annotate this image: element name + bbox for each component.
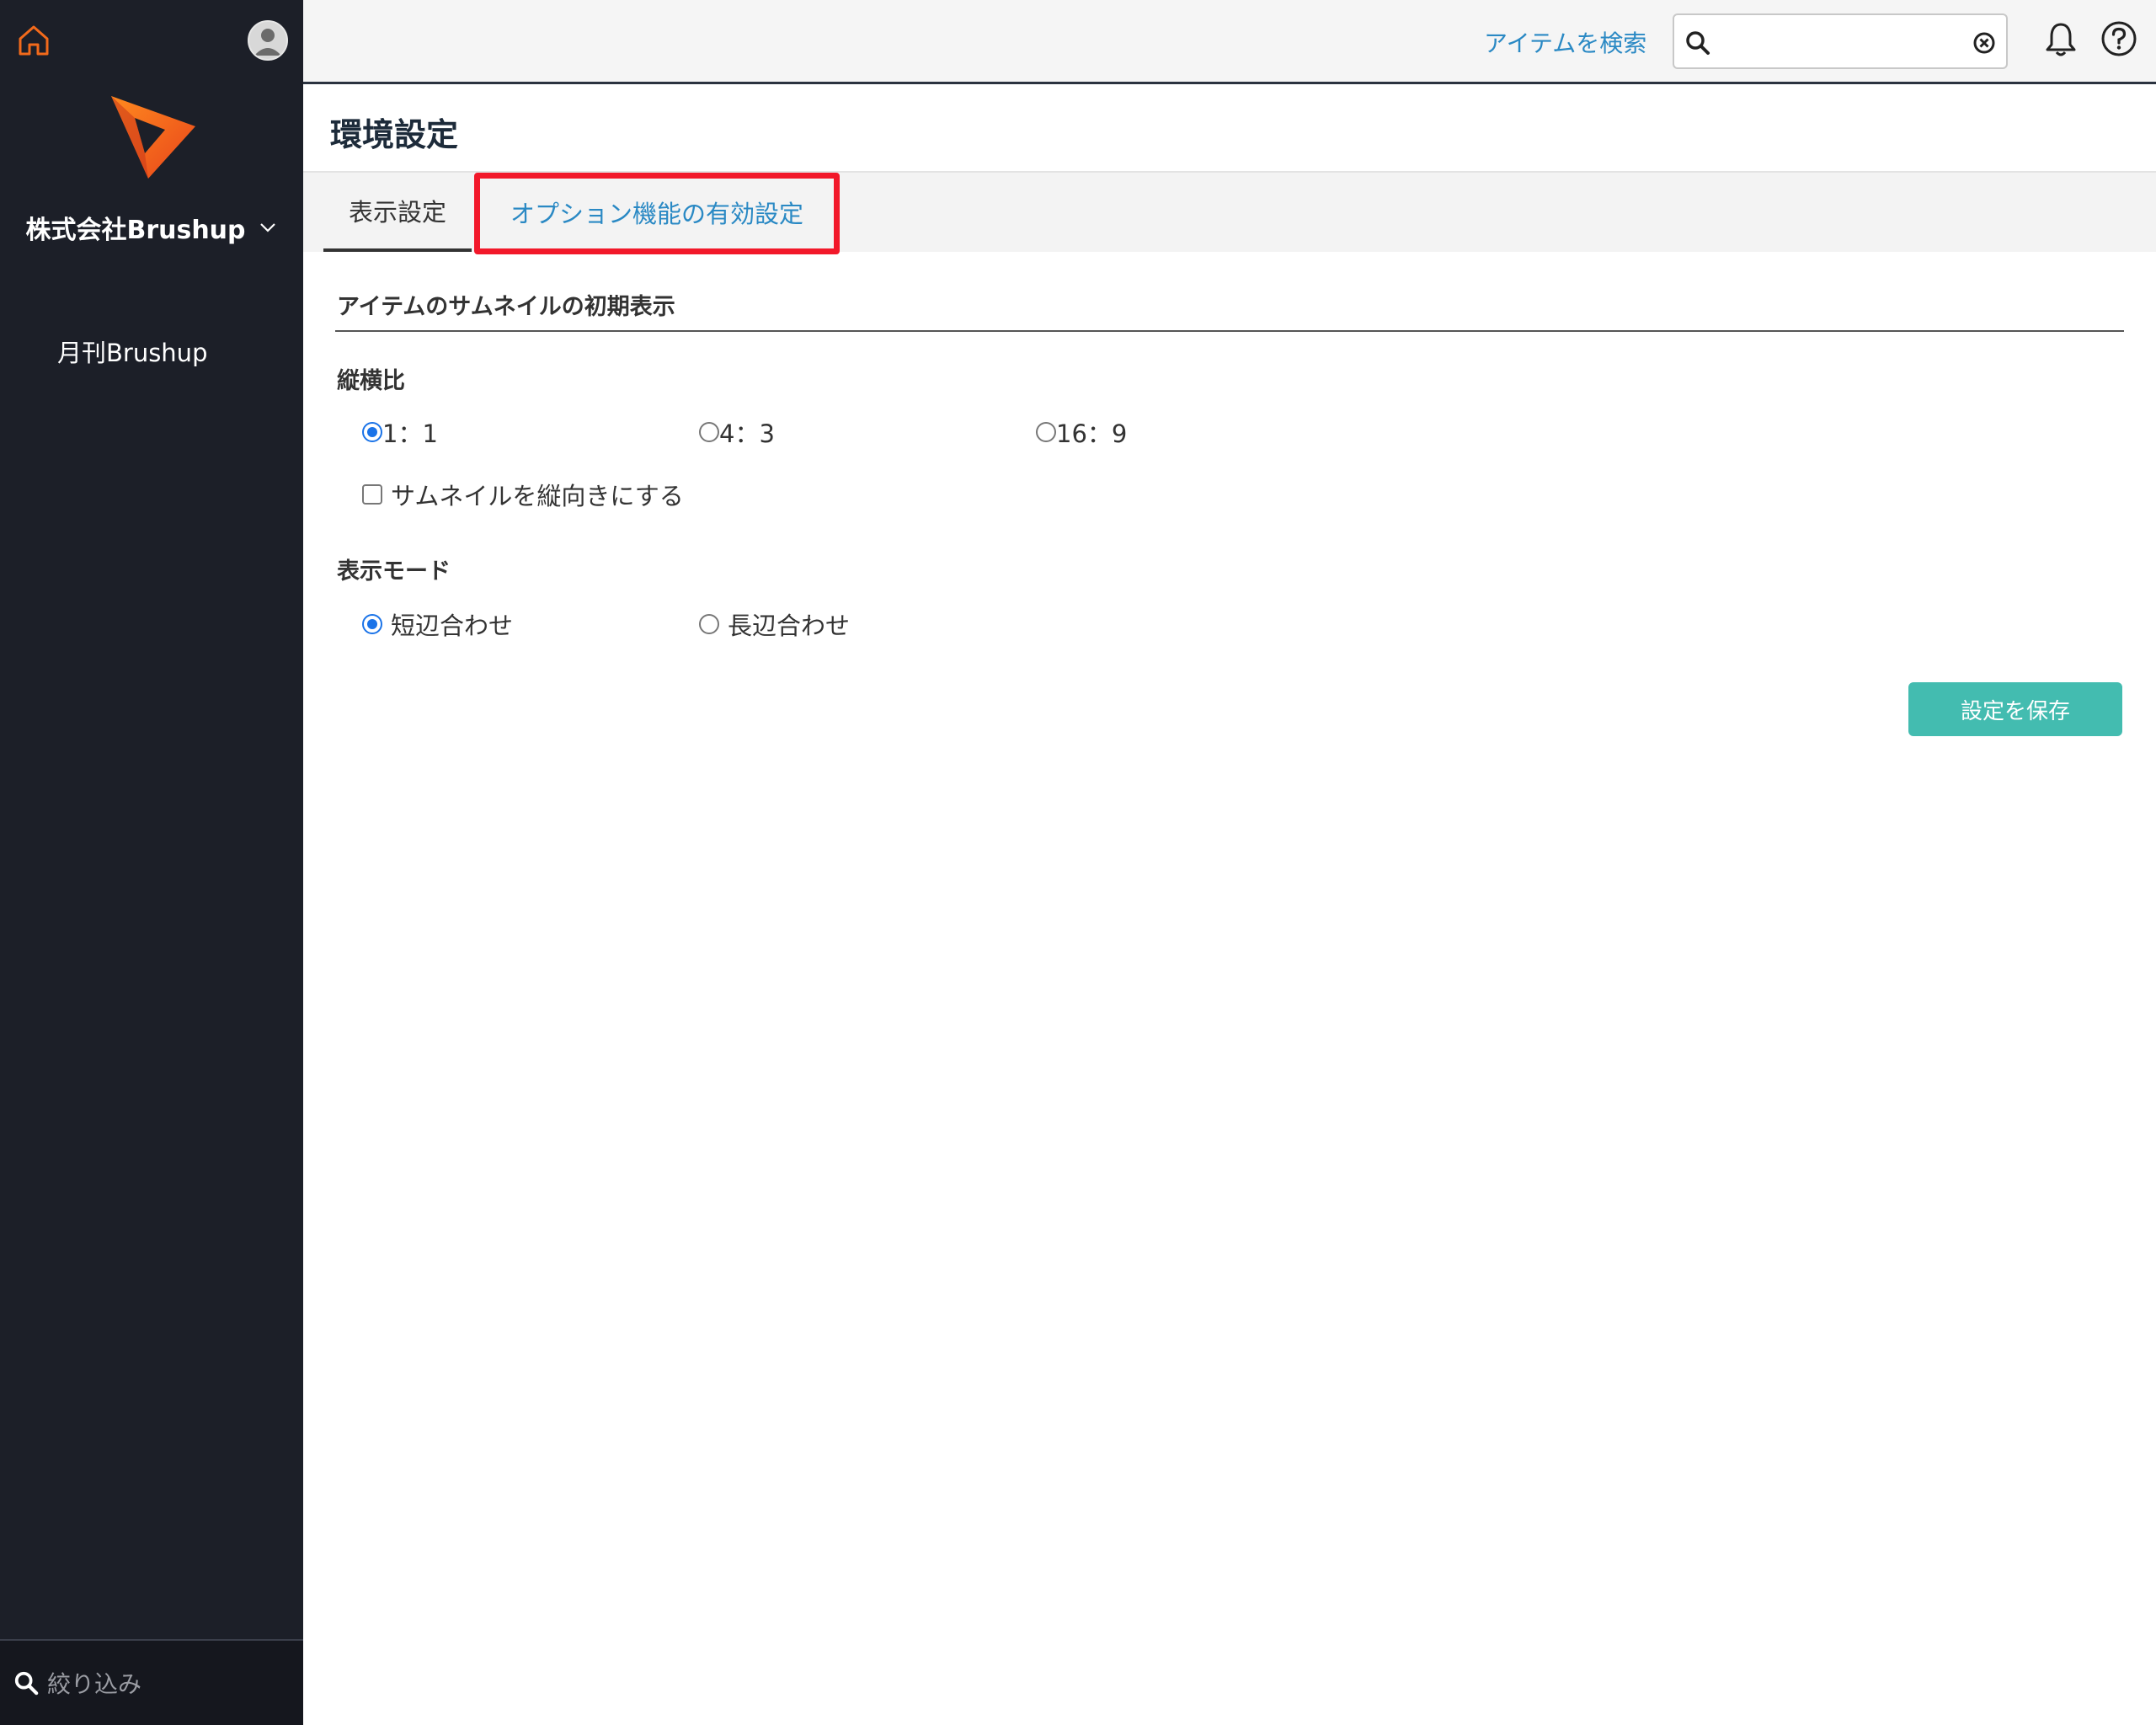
bell-icon[interactable]: [2043, 20, 2079, 59]
chevron-down-icon: [259, 223, 275, 232]
avatar[interactable]: [248, 20, 288, 61]
help-icon[interactable]: [2100, 20, 2137, 57]
tabs-bar: 表示設定 オプション機能の有効設定: [303, 173, 2156, 252]
radio-aspect-16-9[interactable]: [1036, 422, 1056, 442]
sidebar-item-project[interactable]: 月刊Brushup: [57, 334, 207, 369]
section-title: アイテムのサムネイルの初期表示: [337, 294, 675, 320]
clear-icon[interactable]: [1972, 31, 1996, 55]
aspect-option-label: 4：3: [719, 419, 775, 448]
radio-aspect-4-3[interactable]: [699, 422, 719, 442]
mode-option-label: 長辺合わせ: [728, 611, 851, 640]
mode-option-long-side[interactable]: 長辺合わせ: [699, 606, 850, 642]
aspect-option-4-3[interactable]: 4：3: [699, 414, 775, 450]
section-divider: [335, 330, 2124, 332]
sidebar-filter-input[interactable]: 絞り込み: [0, 1639, 303, 1725]
filter-placeholder: 絞り込み: [47, 1670, 142, 1698]
search-icon: [14, 1671, 39, 1696]
sidebar: 株式会社Brushup 月刊Brushup 絞り込み: [0, 0, 303, 1725]
top-bar: アイテムを検索: [303, 0, 2156, 84]
radio-aspect-1-1[interactable]: [362, 422, 382, 442]
mode-option-label: 短辺合わせ: [391, 611, 514, 640]
tab-option-features[interactable]: オプション機能の有効設定: [475, 173, 839, 252]
search-input[interactable]: [1673, 13, 2008, 69]
aspect-ratio-label: 縦横比: [337, 368, 405, 394]
radio-mode-long-side[interactable]: [699, 614, 719, 634]
page-title: 環境設定: [330, 116, 459, 153]
home-icon[interactable]: [15, 22, 52, 59]
aspect-option-label: 1：1: [382, 419, 438, 448]
tab-display-settings[interactable]: 表示設定: [323, 173, 472, 252]
save-settings-button[interactable]: 設定を保存: [1908, 682, 2122, 736]
portrait-thumbnail-checkbox[interactable]: [362, 484, 382, 505]
brushup-logo[interactable]: [104, 88, 202, 185]
company-selector[interactable]: 株式会社Brushup: [0, 209, 303, 246]
mode-option-short-side[interactable]: 短辺合わせ: [362, 606, 513, 642]
search-icon: [1686, 31, 1710, 55]
display-mode-label: 表示モード: [337, 558, 451, 585]
page-title-bar: 環境設定: [303, 87, 2156, 173]
company-name: 株式会社Brushup: [25, 216, 246, 245]
portrait-thumbnail-option[interactable]: サムネイルを縦向きにする: [362, 477, 684, 512]
aspect-option-16-9[interactable]: 16：9: [1036, 414, 1127, 450]
portrait-thumbnail-label: サムネイルを縦向きにする: [391, 482, 684, 510]
aspect-option-1-1[interactable]: 1：1: [362, 414, 438, 450]
aspect-option-label: 16：9: [1056, 419, 1128, 448]
search-items-label[interactable]: アイテムを検索: [1484, 25, 1646, 59]
radio-mode-short-side[interactable]: [362, 614, 382, 634]
